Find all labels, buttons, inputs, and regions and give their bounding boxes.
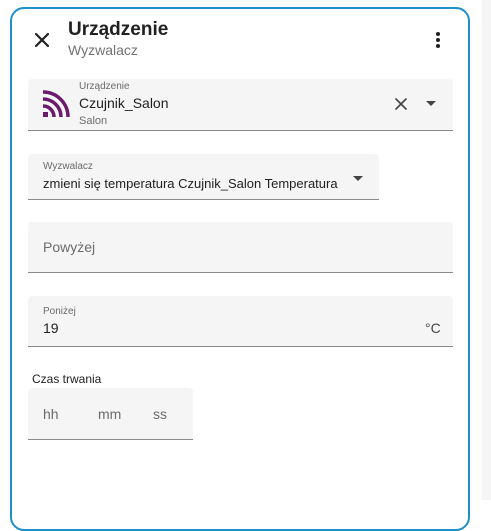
minutes-input[interactable]: mm — [98, 406, 121, 422]
sensor-signal-icon — [42, 90, 70, 118]
device-area-label: Salon — [79, 115, 108, 127]
above-placeholder: Powyżej — [43, 239, 96, 255]
device-field-value: Czujnik_Salon — [79, 95, 169, 111]
dialog-subtitle: Wyzwalacz — [68, 42, 138, 58]
duration-label: Czas trwania — [32, 372, 102, 386]
below-field-value: 19 — [43, 320, 59, 336]
trigger-field-value: zmieni się temperatura Czujnik_Salon Tem… — [43, 176, 338, 191]
below-unit-suffix: °C — [425, 320, 441, 336]
below-input-field[interactable]: Poniżej 19 °C — [28, 296, 453, 347]
trigger-select-field[interactable]: Wyzwalacz zmieni się temperatura Czujnik… — [28, 154, 379, 200]
close-icon — [34, 32, 50, 48]
clear-icon — [395, 98, 407, 110]
duration-input-group: hh mm ss — [28, 388, 193, 440]
seconds-input[interactable]: ss — [153, 406, 167, 422]
arrow-drop-down-icon — [353, 176, 363, 181]
arrow-drop-down-icon — [426, 101, 436, 106]
more-vertical-icon — [436, 32, 440, 48]
above-input-field[interactable]: Powyżej — [28, 222, 453, 273]
dialog-title: Urządzenie — [68, 19, 169, 40]
below-field-label: Poniżej — [43, 306, 76, 317]
trigger-dropdown-button[interactable] — [349, 172, 367, 186]
trigger-field-label: Wyzwalacz — [43, 161, 93, 172]
device-dropdown-button[interactable] — [422, 97, 440, 111]
device-select-field[interactable]: Urządzenie Czujnik_Salon Salon — [28, 79, 453, 131]
background-panel — [482, 0, 491, 500]
device-field-label: Urządzenie — [79, 81, 130, 92]
more-options-button[interactable] — [426, 28, 450, 52]
clear-device-button[interactable] — [392, 95, 410, 113]
hours-input[interactable]: hh — [43, 406, 59, 422]
close-button[interactable] — [30, 28, 54, 52]
